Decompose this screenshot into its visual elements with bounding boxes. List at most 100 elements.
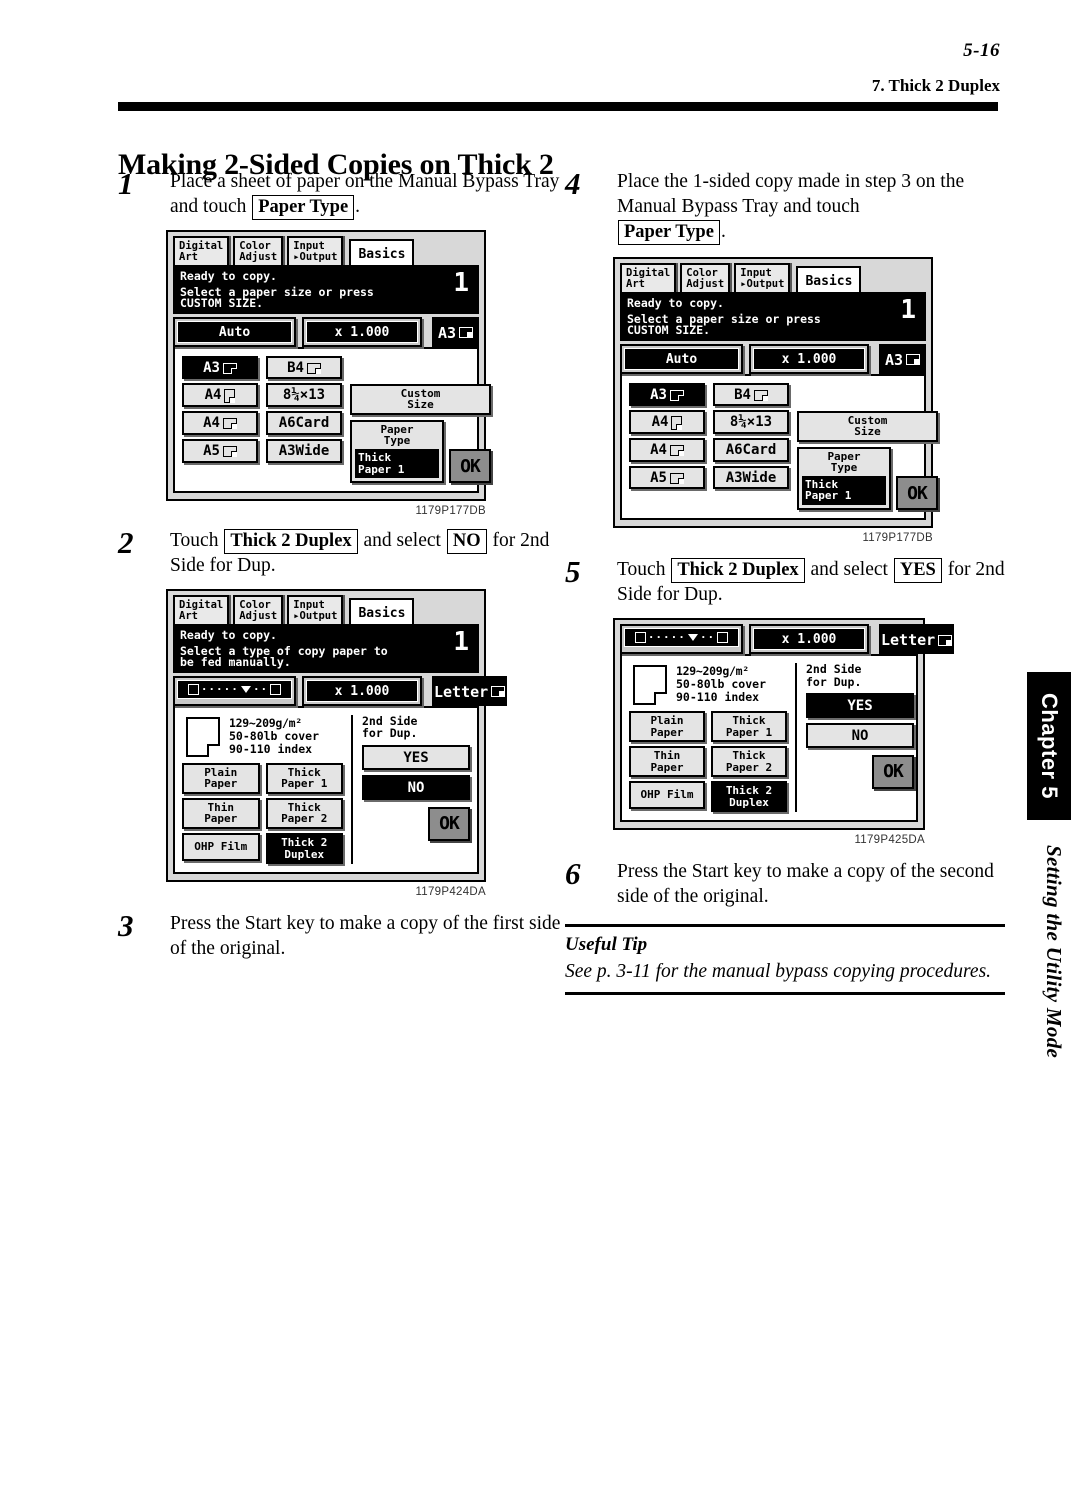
lcd-panel-2[interactable]: Digital Art Color Adjust Input ▸Output B…: [166, 589, 508, 883]
size-button-b4-land-label: B4: [734, 386, 751, 403]
paper-type-button[interactable]: Paper Type Thick Paper 1: [350, 419, 444, 484]
tab-color-adjust[interactable]: Color Adjust: [680, 263, 731, 292]
size-button-a4-port[interactable]: A4: [629, 410, 705, 435]
manual-feed-path-icon: ····· ··: [625, 631, 738, 644]
tab-basics[interactable]: Basics: [349, 597, 415, 624]
yes-button[interactable]: YES: [362, 744, 470, 770]
type-button-thick-2-duplex[interactable]: Thick 2 Duplex: [265, 833, 343, 865]
size-button-a3-land[interactable]: A3: [182, 355, 258, 380]
size-button-a6card[interactable]: A6Card: [266, 411, 342, 435]
step-5-number: 5: [565, 554, 581, 589]
step-1-key-paper-type[interactable]: Paper Type: [252, 194, 355, 221]
paper-type-value-line1: Thick: [358, 450, 392, 464]
useful-tip-heading: Useful Tip: [565, 933, 648, 955]
size-button-a6card[interactable]: A6Card: [713, 438, 789, 462]
figure-4: ····· ·· x 1.000 Letter 129~209g/m² 50-8…: [613, 618, 955, 846]
type-thick2dup-line2: Duplex: [729, 795, 769, 809]
size-button-8x13[interactable]: 8¼×13: [266, 383, 342, 408]
size-button-a3wide[interactable]: A3Wide: [266, 438, 342, 463]
step-4-number: 4: [565, 166, 581, 201]
auto-exposure-button[interactable]: Auto: [620, 343, 743, 374]
type-button-ohp-film[interactable]: OHP Film: [182, 833, 260, 861]
size-button-b4-land[interactable]: B4: [713, 382, 789, 407]
lcd-panel-3[interactable]: Digital Art Color Adjust Input ▸Output B…: [613, 257, 938, 528]
type-button-thin-paper[interactable]: Thin Paper: [629, 746, 705, 778]
current-paper-size-display[interactable]: A3: [432, 316, 479, 347]
paper-type-button[interactable]: Paper Type Thick Paper 1: [797, 446, 891, 510]
yes-button[interactable]: YES: [806, 692, 914, 718]
zoom-ratio-button[interactable]: x 1.000: [749, 343, 869, 374]
step-2-key-no[interactable]: NO: [446, 529, 487, 555]
type-button-thin-paper[interactable]: Thin Paper: [182, 797, 260, 829]
ok-button[interactable]: OK: [872, 754, 914, 789]
tab-color-adjust[interactable]: Color Adjust: [233, 595, 284, 624]
step-2-number: 2: [118, 525, 134, 561]
manual-feed-indicator[interactable]: ····· ··: [620, 624, 743, 655]
type-thick2-line2: Paper 2: [281, 812, 328, 826]
tab-digital-art[interactable]: Digital Art: [620, 263, 677, 292]
tab-input-output[interactable]: Input ▸Output: [734, 263, 791, 292]
manual-feed-indicator[interactable]: ····· ··: [173, 675, 296, 706]
lcd-panel-4[interactable]: ····· ·· x 1.000 Letter 129~209g/m² 50-8…: [613, 618, 955, 831]
custom-size-button[interactable]: Custom Size: [797, 410, 938, 442]
type-button-plain-paper[interactable]: Plain Paper: [182, 762, 260, 794]
auto-exposure-button[interactable]: Auto: [173, 316, 296, 347]
ok-button[interactable]: OK: [449, 449, 491, 484]
no-button[interactable]: NO: [362, 774, 470, 800]
current-paper-size-display[interactable]: A3: [879, 343, 926, 374]
step-5-key-thick2duplex[interactable]: Thick 2 Duplex: [671, 558, 805, 584]
no-button[interactable]: NO: [806, 722, 914, 748]
type-button-thick-paper-1[interactable]: Thick Paper 1: [711, 711, 787, 743]
lcd3-control-row: Auto x 1.000 A3: [620, 343, 926, 374]
type-button-ohp-film[interactable]: OHP Film: [629, 781, 705, 809]
size-button-8x13[interactable]: 8¼×13: [713, 410, 789, 435]
lcd-panel-1[interactable]: Digital Art Color Adjust Input ▸Output B…: [166, 230, 491, 502]
current-paper-size-display[interactable]: Letter: [432, 675, 508, 706]
tab-basics[interactable]: Basics: [349, 238, 415, 265]
type-plain-line2: Paper: [650, 725, 684, 739]
paper-size-column-1: A3 A4 A4 A5: [629, 382, 705, 510]
ok-button[interactable]: OK: [428, 806, 470, 841]
type-button-thick-paper-2[interactable]: Thick Paper 2: [265, 797, 343, 829]
size-button-a3wide[interactable]: A3Wide: [713, 465, 789, 490]
size-button-a5-land[interactable]: A5: [182, 438, 258, 463]
paper-landscape-icon: [906, 354, 921, 366]
step-4-key-paper-type[interactable]: Paper Type: [618, 219, 720, 246]
size-button-8x13-label: 8¼×13: [282, 387, 326, 404]
size-button-b4-land[interactable]: B4: [266, 355, 342, 380]
zoom-ratio-button[interactable]: x 1.000: [749, 624, 869, 655]
type-button-thick-paper-1[interactable]: Thick Paper 1: [265, 762, 343, 794]
type-button-thick-2-duplex[interactable]: Thick 2 Duplex: [711, 781, 787, 813]
lcd3-papertype-ok-row: Paper Type Thick Paper 1 OK: [797, 446, 938, 510]
step-4-text-before: Place the 1-sided copy made in step 3 on…: [617, 171, 965, 217]
custom-size-button[interactable]: Custom Size: [350, 383, 491, 415]
paper-weight-index: 90-110 index: [229, 741, 313, 756]
ok-button[interactable]: OK: [896, 476, 938, 510]
step-2-text-mid: and select: [358, 530, 446, 552]
zoom-ratio-label: x 1.000: [306, 320, 418, 343]
manual-feed-path-icon: ····· ··: [178, 683, 291, 696]
size-button-a5-land[interactable]: A5: [629, 465, 705, 490]
size-button-a4-port[interactable]: A4: [182, 383, 258, 408]
tab-input-output[interactable]: Input ▸Output: [287, 236, 344, 265]
size-button-a4-land[interactable]: A4: [182, 411, 258, 435]
type-button-plain-paper[interactable]: Plain Paper: [629, 711, 705, 743]
zoom-ratio-button[interactable]: x 1.000: [302, 675, 422, 706]
size-button-a4-land[interactable]: A4: [629, 438, 705, 462]
paper-portrait-icon: [671, 415, 683, 430]
size-button-a3-land[interactable]: A3: [629, 382, 705, 407]
lcd3-status-line1: Ready to copy.: [627, 295, 724, 310]
type-button-thick-paper-2[interactable]: Thick Paper 2: [711, 746, 787, 778]
step-2-key-thick2duplex[interactable]: Thick 2 Duplex: [224, 529, 358, 555]
paper-size-column-2: B4 8¼×13 A6Card A3Wide: [266, 355, 342, 483]
step-1-text: Place a sheet of paper on the Manual Byp…: [170, 170, 568, 221]
chapter-tab: Chapter 5: [1027, 672, 1071, 820]
current-paper-size-display[interactable]: Letter: [879, 624, 955, 655]
tab-digital-art[interactable]: Digital Art: [173, 595, 230, 624]
tab-color-adjust[interactable]: Color Adjust: [233, 236, 284, 265]
zoom-ratio-button[interactable]: x 1.000: [302, 316, 422, 347]
tab-basics[interactable]: Basics: [796, 265, 862, 292]
step-5-key-yes[interactable]: YES: [893, 558, 942, 584]
tab-input-output[interactable]: Input ▸Output: [287, 595, 344, 624]
tab-digital-art[interactable]: Digital Art: [173, 236, 230, 265]
